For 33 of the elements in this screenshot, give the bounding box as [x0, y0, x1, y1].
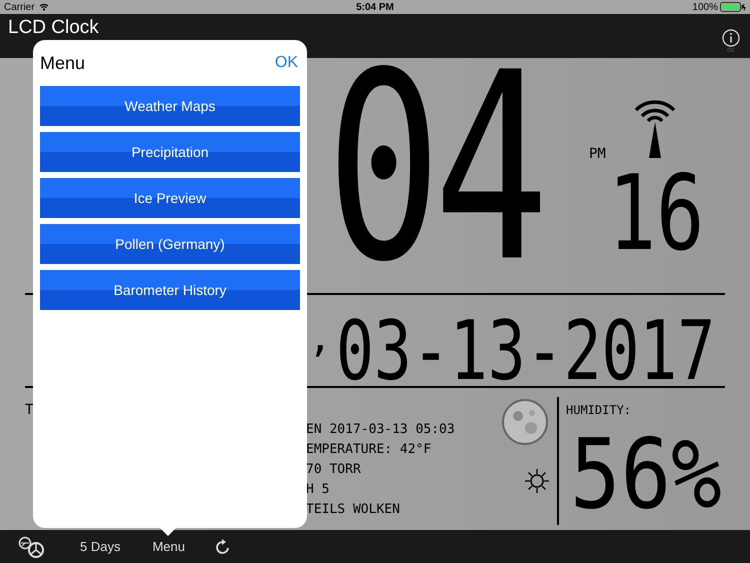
ampm-label: PM [589, 145, 606, 164]
gears-icon[interactable] [17, 534, 47, 558]
battery-icon [720, 2, 746, 12]
weather-line: TEILS WOLKEN [306, 501, 401, 519]
weather-label: T [25, 401, 34, 420]
clock-time: 04 [326, 40, 542, 300]
clock-seconds: 16 [608, 162, 704, 266]
weather-line: 70 TORR [306, 461, 362, 479]
status-time: 5:04 PM [356, 0, 394, 14]
sun-icon [524, 468, 550, 494]
menu-item-button[interactable]: Precipitation [40, 132, 300, 172]
refresh-icon[interactable] [215, 538, 231, 556]
menu-button[interactable]: Menu [152, 536, 185, 556]
wifi-icon [38, 3, 49, 11]
moon-icon [501, 398, 549, 446]
carrier-label: Carrier [4, 0, 35, 14]
menu-item-button[interactable]: Ice Preview [40, 178, 300, 218]
menu-item-button[interactable]: Weather Maps [40, 86, 300, 126]
weather-line: EN 2017-03-13 05:03 [306, 421, 455, 439]
info-icon[interactable] [722, 28, 740, 46]
ok-button[interactable]: OK [274, 51, 300, 75]
popover-title: Menu [40, 52, 86, 74]
date-display: 03-13-2017 [336, 310, 716, 392]
menu-item-button[interactable]: Pollen (Germany) [40, 224, 300, 264]
humidity-label: HUMIDITY: [566, 402, 632, 419]
app-title: LCD Clock [8, 17, 99, 39]
humidity-value: 56% [570, 426, 722, 523]
weather-line: EMPERATURE: 42°F [306, 441, 432, 459]
menu-item-button[interactable]: Barometer History [40, 270, 300, 310]
five-days-button[interactable]: 5 Days [80, 536, 120, 556]
date-separator: , [308, 318, 332, 358]
battery-percent: 100% [692, 0, 718, 14]
weather-line: H 5 [306, 481, 330, 499]
